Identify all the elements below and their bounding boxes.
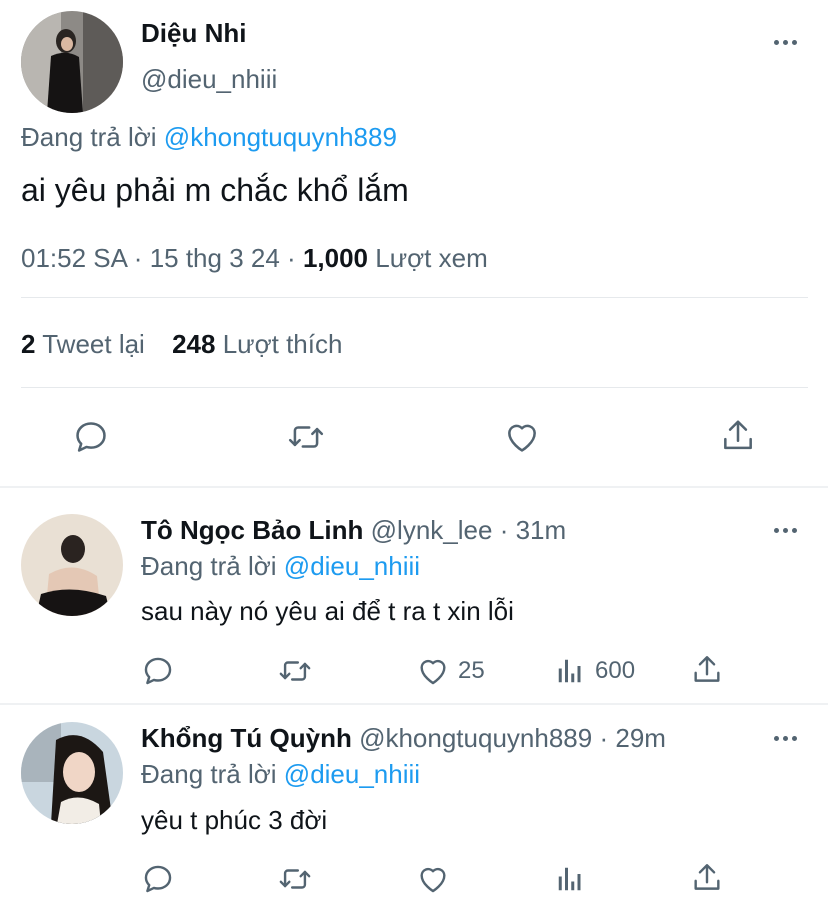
reply-time[interactable]: 29m bbox=[615, 723, 666, 753]
divider bbox=[0, 486, 828, 488]
tweet-date[interactable]: 15 thg 3 24 bbox=[150, 243, 280, 273]
more-options-icon[interactable] bbox=[774, 40, 797, 45]
more-options-icon[interactable] bbox=[774, 528, 797, 533]
views-icon[interactable] bbox=[555, 863, 585, 895]
replying-to-prefix: Đang trả lời bbox=[141, 759, 277, 789]
author-name[interactable]: Diệu Nhi bbox=[141, 18, 246, 49]
meta-separator: · bbox=[133, 243, 143, 273]
reply-author-name[interactable]: Tô Ngọc Bảo Linh bbox=[141, 515, 363, 545]
retweets-label: Tweet lại bbox=[42, 329, 145, 359]
replying-to-handle[interactable]: @dieu_nhiii bbox=[284, 759, 420, 789]
reply-time[interactable]: 31m bbox=[516, 515, 567, 545]
replying-to: Đang trả lời @dieu_nhiii bbox=[141, 551, 420, 582]
divider bbox=[0, 703, 828, 705]
replying-to: Đang trả lời @dieu_nhiii bbox=[141, 759, 420, 790]
reply-author-name[interactable]: Khổng Tú Quỳnh bbox=[141, 723, 352, 753]
divider bbox=[21, 297, 808, 298]
reply-text: yêu t phúc 3 đời bbox=[141, 805, 328, 835]
reply-text: sau này nó yêu ai để t ra t xin lỗi bbox=[141, 596, 514, 626]
meta-separator: · bbox=[287, 243, 296, 273]
likes-label: Lượt thích bbox=[222, 329, 343, 359]
like-icon[interactable] bbox=[416, 862, 450, 896]
divider bbox=[21, 387, 808, 388]
replying-to: Đang trả lời @khongtuquynh889 bbox=[21, 122, 397, 153]
meta-separator: · bbox=[499, 515, 509, 545]
share-icon[interactable] bbox=[690, 652, 724, 688]
tweet-time[interactable]: 01:52 SA bbox=[21, 243, 127, 273]
replying-to-handle[interactable]: @dieu_nhiii bbox=[284, 551, 420, 581]
like-count: 25 bbox=[458, 657, 485, 684]
retweet-icon[interactable] bbox=[286, 418, 326, 456]
views-count: 600 bbox=[595, 657, 636, 684]
replying-to-handle[interactable]: @khongtuquynh889 bbox=[164, 122, 397, 152]
reply-author-handle[interactable]: @khongtuquynh889 bbox=[359, 723, 592, 753]
engagement-stats: 2 Tweet lại 248 Lượt thích bbox=[21, 329, 342, 360]
reply-header: Khổng Tú Quỳnh @khongtuquynh889 · 29m bbox=[141, 723, 666, 754]
likes-count: 248 bbox=[172, 329, 216, 359]
tweet-text: ai yêu phải m chắc khổ lắm bbox=[21, 172, 409, 208]
views-icon[interactable] bbox=[555, 655, 585, 687]
meta-separator: · bbox=[599, 723, 609, 753]
author-avatar[interactable] bbox=[21, 11, 123, 113]
views-count: 1,000 bbox=[302, 243, 369, 273]
like-icon[interactable] bbox=[416, 654, 450, 688]
replying-to-prefix: Đang trả lời bbox=[141, 551, 277, 581]
retweets-stat[interactable]: 2 Tweet lại bbox=[21, 329, 152, 359]
replying-to-prefix: Đang trả lời bbox=[21, 122, 157, 152]
reply-icon[interactable] bbox=[72, 418, 110, 456]
retweet-icon[interactable] bbox=[277, 654, 313, 688]
retweet-icon[interactable] bbox=[277, 862, 313, 896]
author-handle[interactable]: @dieu_nhiii bbox=[141, 64, 277, 95]
reply-header: Tô Ngọc Bảo Linh @lynk_lee · 31m bbox=[141, 515, 566, 546]
reply-avatar[interactable] bbox=[21, 722, 123, 824]
reply-icon[interactable] bbox=[141, 862, 175, 896]
reply-icon[interactable] bbox=[141, 654, 175, 688]
share-icon[interactable] bbox=[719, 416, 757, 456]
views-label: Lượt xem bbox=[375, 243, 488, 273]
retweets-count: 2 bbox=[21, 329, 36, 359]
reply-author-handle[interactable]: @lynk_lee bbox=[371, 515, 493, 545]
likes-stat[interactable]: 248 Lượt thích bbox=[172, 329, 342, 359]
more-options-icon[interactable] bbox=[774, 736, 797, 741]
reply-avatar[interactable] bbox=[21, 514, 123, 616]
like-icon[interactable] bbox=[503, 418, 541, 456]
tweet-meta: 01:52 SA · 15 thg 3 24 · 1,000 Lượt xem bbox=[21, 243, 488, 274]
share-icon[interactable] bbox=[690, 860, 724, 896]
